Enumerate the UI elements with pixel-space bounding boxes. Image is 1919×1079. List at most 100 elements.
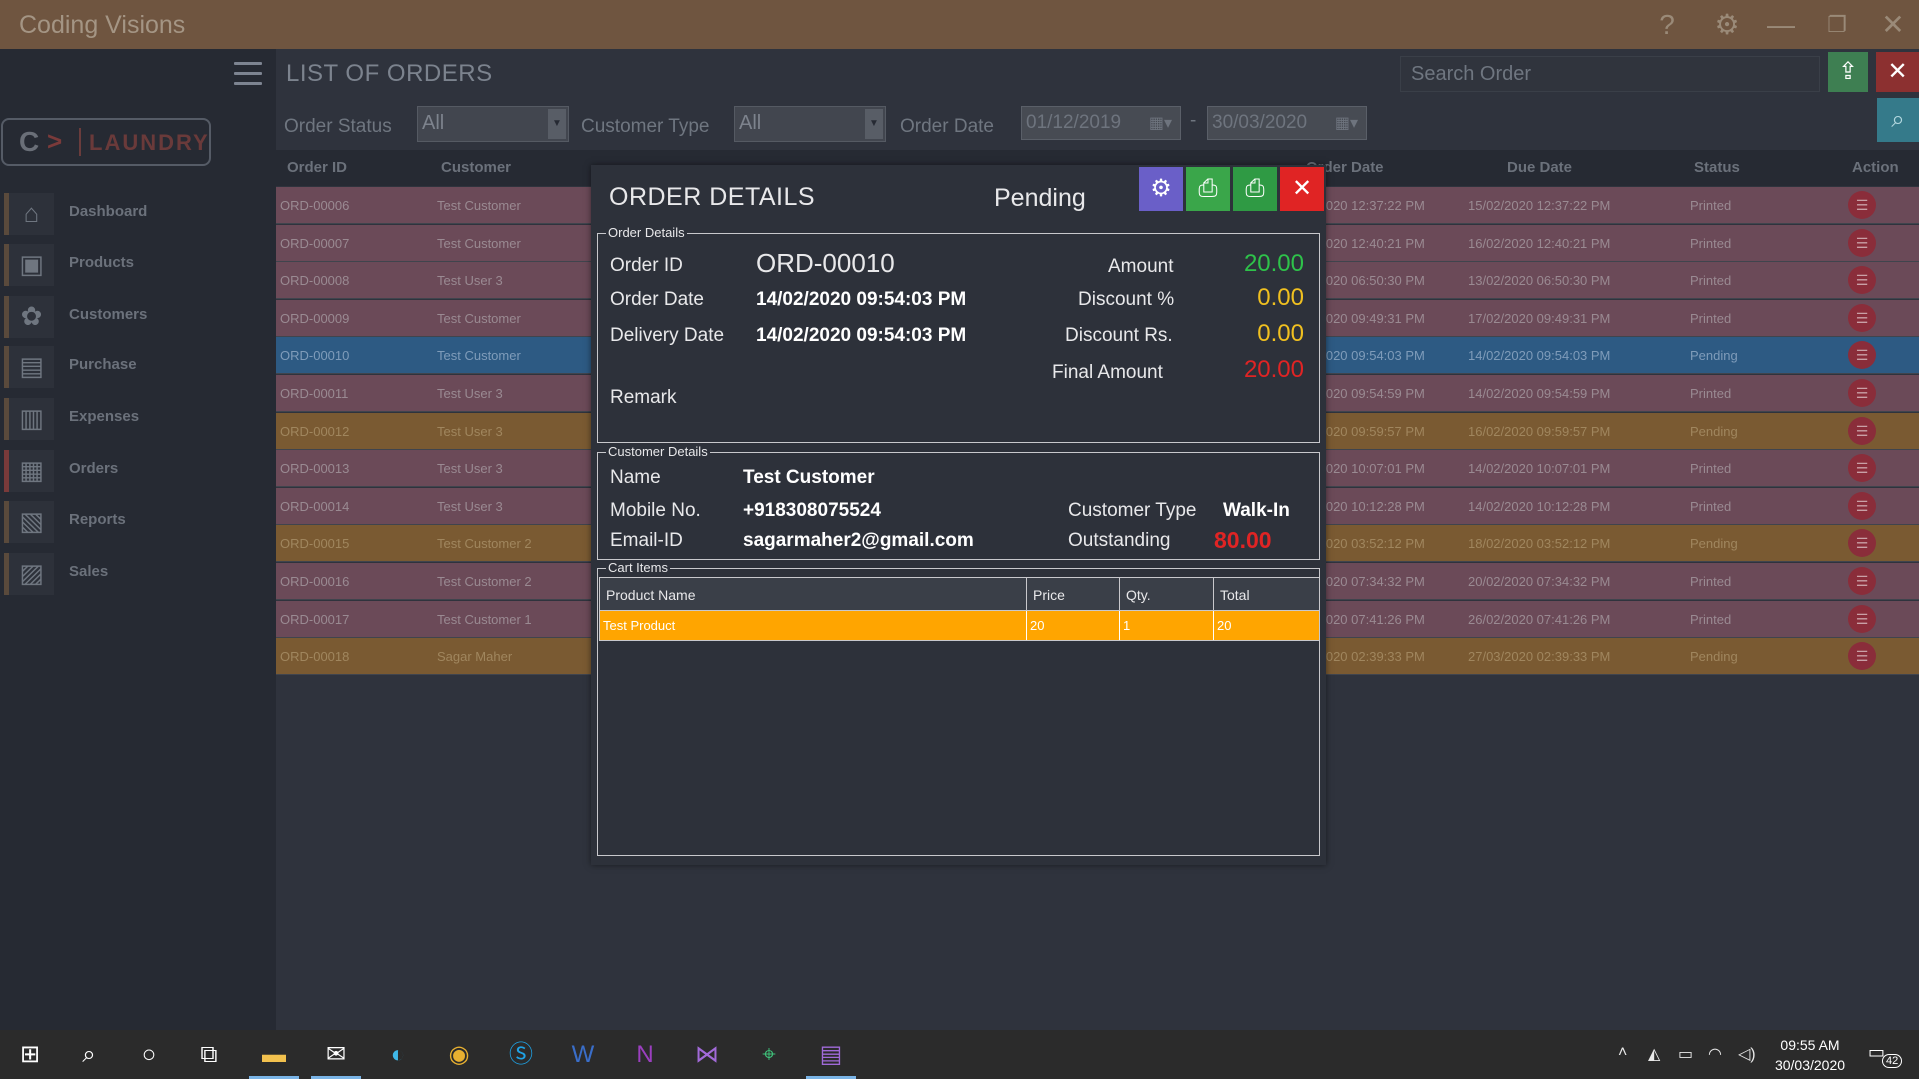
order-date-label: Order Date — [900, 116, 994, 137]
column-header[interactable]: Customer — [441, 159, 511, 176]
chrome-browser-icon[interactable]: ◉ — [434, 1030, 484, 1079]
minimize-icon[interactable]: — — [1764, 8, 1798, 42]
sidebar-item-label: Products — [69, 254, 135, 271]
sidebar-item-reports[interactable]: ▧ Reports — [0, 498, 276, 544]
close-dialog-button[interactable]: ✕ — [1280, 167, 1324, 211]
sidebar-item-dashboard[interactable]: ⌂ Dashboard — [0, 190, 276, 236]
sidebar-item-orders[interactable]: ▦ Orders — [0, 447, 276, 493]
customer-cell: Test User 3 — [437, 461, 503, 476]
task-view-icon[interactable]: ⧉ — [184, 1030, 234, 1079]
due-date-cell: 13/02/2020 06:50:30 PM — [1468, 273, 1611, 288]
column-header[interactable]: Order ID — [287, 159, 347, 176]
row-actions-icon[interactable]: ☰ — [1848, 642, 1876, 670]
orders-icon: ▦ — [4, 450, 54, 492]
mobile-label: Mobile No. — [610, 500, 701, 521]
cart-price: 20 — [1027, 611, 1120, 640]
volume-icon[interactable]: ◁) — [1738, 1044, 1756, 1064]
print-receipt-button[interactable]: ⎙ — [1233, 167, 1277, 211]
row-actions-icon[interactable]: ☰ — [1848, 417, 1876, 445]
customer-cell: Test Customer 2 — [437, 536, 532, 551]
show-hidden-icons-icon[interactable]: ˄ — [1618, 1044, 1627, 1062]
calendar-icon[interactable]: ▦▾ — [1335, 113, 1358, 133]
row-actions-icon[interactable]: ☰ — [1848, 492, 1876, 520]
order-id-cell: ORD-00018 — [280, 649, 350, 664]
calendar-icon[interactable]: ▦▾ — [1149, 113, 1172, 133]
customer-cell: Test User 3 — [437, 386, 503, 401]
file-explorer-icon[interactable]: ▬ — [249, 1030, 299, 1079]
search-icon[interactable]: ⌕ — [64, 1030, 114, 1079]
order-status-select[interactable]: All ▼ — [417, 106, 569, 142]
column-header[interactable]: Qty. — [1120, 578, 1214, 611]
mail-icon[interactable]: ✉ — [311, 1030, 361, 1079]
cart-row[interactable]: Test Product 20 1 20 — [599, 611, 1320, 641]
column-header[interactable]: Price — [1027, 578, 1120, 611]
skype-icon[interactable]: Ⓢ — [496, 1030, 546, 1079]
row-actions-icon[interactable]: ☰ — [1848, 341, 1876, 369]
help-icon[interactable]: ? — [1650, 8, 1684, 42]
order-details-dialog: ORDER DETAILS Pending ⚙ ⎙ ⎙ ✕ Order Deta… — [591, 165, 1326, 865]
due-date-cell: 16/02/2020 12:40:21 PM — [1468, 236, 1611, 251]
windows-start-icon[interactable]: ⊞ — [5, 1030, 55, 1079]
wifi-icon[interactable]: ◠ — [1708, 1044, 1722, 1064]
due-date-cell: 14/02/2020 09:54:03 PM — [1468, 348, 1611, 363]
print-button[interactable]: ⎙ — [1186, 167, 1230, 211]
cortana-icon[interactable]: ○ — [124, 1030, 174, 1079]
sidebar-item-label: Purchase — [69, 356, 137, 373]
column-header[interactable]: Due Date — [1507, 159, 1572, 176]
row-actions-icon[interactable]: ☰ — [1848, 304, 1876, 332]
row-actions-icon[interactable]: ☰ — [1848, 191, 1876, 219]
system-clock[interactable]: 09:55 AM 30/03/2020 — [1765, 1035, 1855, 1075]
column-header[interactable]: Status — [1694, 159, 1740, 176]
row-actions-icon[interactable]: ☰ — [1848, 529, 1876, 557]
order-id-value: ORD-00010 — [756, 248, 895, 278]
sidebar-item-products[interactable]: ▣ Products — [0, 241, 276, 287]
close-page-button[interactable]: ✕ — [1876, 52, 1919, 92]
final-amount-label: Final Amount — [1052, 362, 1163, 383]
search-button[interactable]: ⌕ — [1877, 98, 1919, 142]
search-input[interactable]: Search Order — [1400, 56, 1820, 92]
sidebar-item-sales[interactable]: ▨ Sales — [0, 550, 276, 596]
row-actions-icon[interactable]: ☰ — [1848, 567, 1876, 595]
customer-type-value: All — [739, 112, 762, 134]
settings-gear-icon[interactable]: ⚙ — [1710, 8, 1744, 42]
column-header[interactable]: Total — [1214, 578, 1321, 611]
cart-total: 20 — [1217, 618, 1232, 633]
laundry-app-taskbar-icon[interactable]: ▤ — [806, 1030, 856, 1079]
settings-button[interactable]: ⚙ — [1139, 167, 1183, 211]
sidebar-item-purchase[interactable]: ▤ Purchase — [0, 343, 276, 389]
row-actions-icon[interactable]: ☰ — [1848, 605, 1876, 633]
due-date-cell: 14/02/2020 10:12:28 PM — [1468, 499, 1611, 514]
export-button[interactable]: ⇪ — [1828, 52, 1868, 92]
page-title: LIST OF ORDERS — [286, 60, 493, 87]
battery-icon[interactable]: ▭ — [1678, 1044, 1693, 1064]
final-amount-value: 20.00 — [1243, 356, 1304, 383]
row-actions-icon[interactable]: ☰ — [1848, 266, 1876, 294]
status-cell: Printed — [1690, 311, 1732, 326]
sidebar-item-customers[interactable]: ✿ Customers — [0, 293, 276, 339]
row-actions-icon[interactable]: ☰ — [1848, 229, 1876, 257]
status-cell: Printed — [1690, 612, 1732, 627]
dialog-title: ORDER DETAILS — [609, 183, 816, 211]
to-date-picker[interactable]: 30/03/2020 ▦▾ — [1207, 106, 1367, 140]
onenote-icon[interactable]: N — [620, 1030, 670, 1079]
from-date-picker[interactable]: 01/12/2019 ▦▾ — [1021, 106, 1181, 140]
order-status-text: Pending — [994, 184, 1086, 212]
sidebar-item-expenses[interactable]: ▥ Expenses — [0, 395, 276, 441]
notification-center-icon[interactable]: ▭ 42 — [1868, 1042, 1903, 1068]
column-header[interactable]: Action — [1852, 159, 1899, 176]
maps-icon[interactable]: ⌖ — [744, 1030, 794, 1079]
tray-app-icon[interactable]: ◭ — [1648, 1044, 1660, 1064]
row-actions-icon[interactable]: ☰ — [1848, 454, 1876, 482]
menu-toggle-icon[interactable] — [234, 62, 262, 88]
row-actions-icon[interactable]: ☰ — [1848, 379, 1876, 407]
edge-browser-icon[interactable]: ◐ — [373, 1030, 423, 1079]
customer-type-value: Walk-In — [1223, 500, 1290, 521]
order-id-cell: ORD-00015 — [280, 536, 350, 551]
maximize-icon[interactable]: ❐ — [1820, 8, 1854, 42]
customer-type-select[interactable]: All ▼ — [734, 106, 886, 142]
close-window-icon[interactable]: ✕ — [1876, 8, 1910, 42]
column-header[interactable]: Product Name — [600, 578, 1027, 611]
customer-cell: Test Customer — [437, 236, 521, 251]
word-icon[interactable]: W — [558, 1030, 608, 1079]
visual-studio-icon[interactable]: ⋈ — [682, 1030, 732, 1079]
